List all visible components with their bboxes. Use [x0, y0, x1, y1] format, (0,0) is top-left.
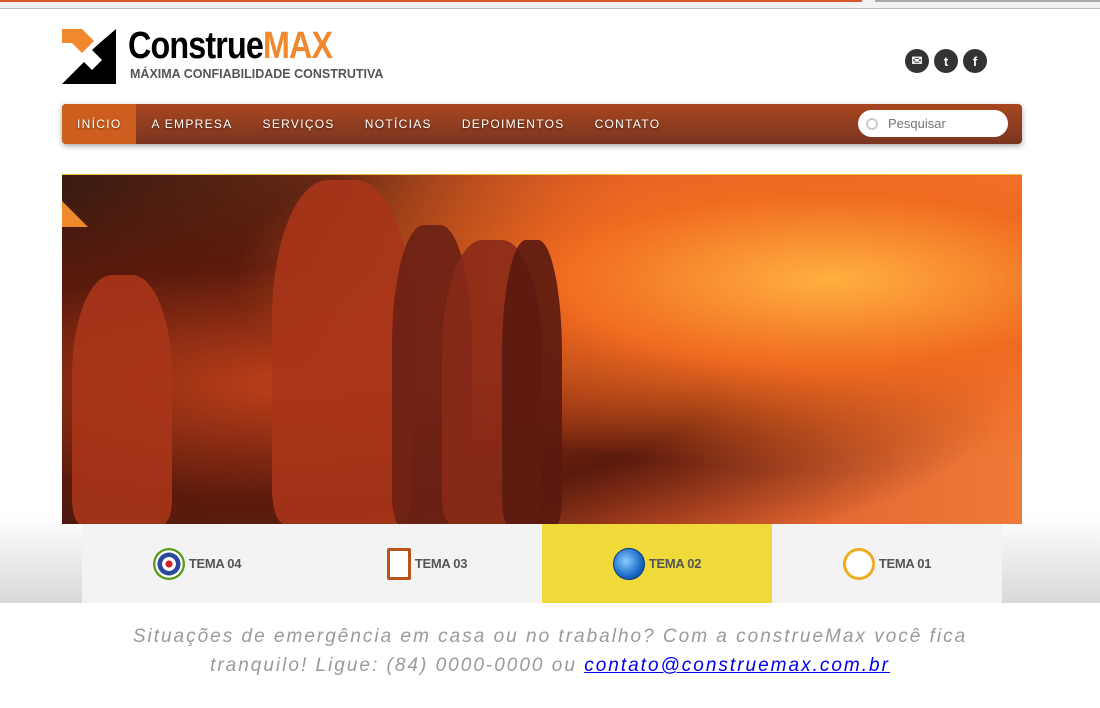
brand-tagline: MÁXIMA CONFIABILIDADE CONSTRUTIVA: [130, 67, 384, 81]
nav-contato[interactable]: CONTATO: [580, 104, 676, 144]
logo-mark-icon: [62, 29, 116, 84]
tab-tema-02[interactable]: TEMA 02: [542, 524, 772, 603]
logo[interactable]: ConstrueMAX MÁXIMA CONFIABILIDADE CONSTR…: [62, 25, 384, 85]
nav-servicos[interactable]: SERVIÇOS: [248, 104, 350, 144]
message-line-2: tranquilo! Ligue: (84) 0000-0000 ou cont…: [210, 655, 890, 676]
theme-tabs: TEMA 04 TEMA 03 TEMA 02 TEMA 01: [82, 524, 1002, 603]
contact-message: Situações de emergência em casa ou no tr…: [0, 622, 1100, 680]
tab-label: TEMA 01: [878, 556, 932, 571]
globe-icon: [612, 547, 645, 580]
nav-a-empresa[interactable]: A EMPRESA: [136, 104, 247, 144]
clock-icon: [842, 547, 875, 580]
message-line-1: Situações de emergência em casa ou no tr…: [132, 626, 968, 647]
tab-label: TEMA 03: [414, 556, 468, 571]
tab-tema-04[interactable]: TEMA 04: [82, 524, 312, 603]
tab-tema-03[interactable]: TEMA 03: [312, 524, 542, 603]
tab-tema-01[interactable]: TEMA 01: [772, 524, 1002, 603]
search-box: [858, 110, 1008, 137]
contact-email-link[interactable]: contato@construemax.com.br: [584, 655, 890, 676]
target-icon: [152, 547, 185, 580]
twitter-icon[interactable]: t: [934, 49, 958, 73]
nav-inicio[interactable]: INÍCIO: [62, 104, 137, 144]
nav-noticias[interactable]: NOTÍCIAS: [350, 104, 447, 144]
top-progress-bar: [0, 0, 1100, 9]
social-links: ✉ t f: [905, 49, 987, 73]
tab-label: TEMA 02: [648, 556, 702, 571]
email-icon[interactable]: ✉: [905, 49, 929, 73]
clipboard-icon: [386, 547, 411, 580]
nav-depoimentos[interactable]: DEPOIMENTOS: [447, 104, 580, 144]
facebook-icon[interactable]: f: [963, 49, 987, 73]
search-icon: [866, 117, 878, 130]
search-input[interactable]: [888, 116, 998, 131]
tab-label: TEMA 04: [188, 556, 242, 571]
corner-ribbon: [62, 175, 88, 227]
brand-name: ConstrueMAX: [128, 25, 333, 67]
main-nav: INÍCIO A EMPRESA SERVIÇOS NOTÍCIAS DEPOI…: [62, 104, 1022, 144]
hero-banner-image: [62, 174, 1022, 524]
